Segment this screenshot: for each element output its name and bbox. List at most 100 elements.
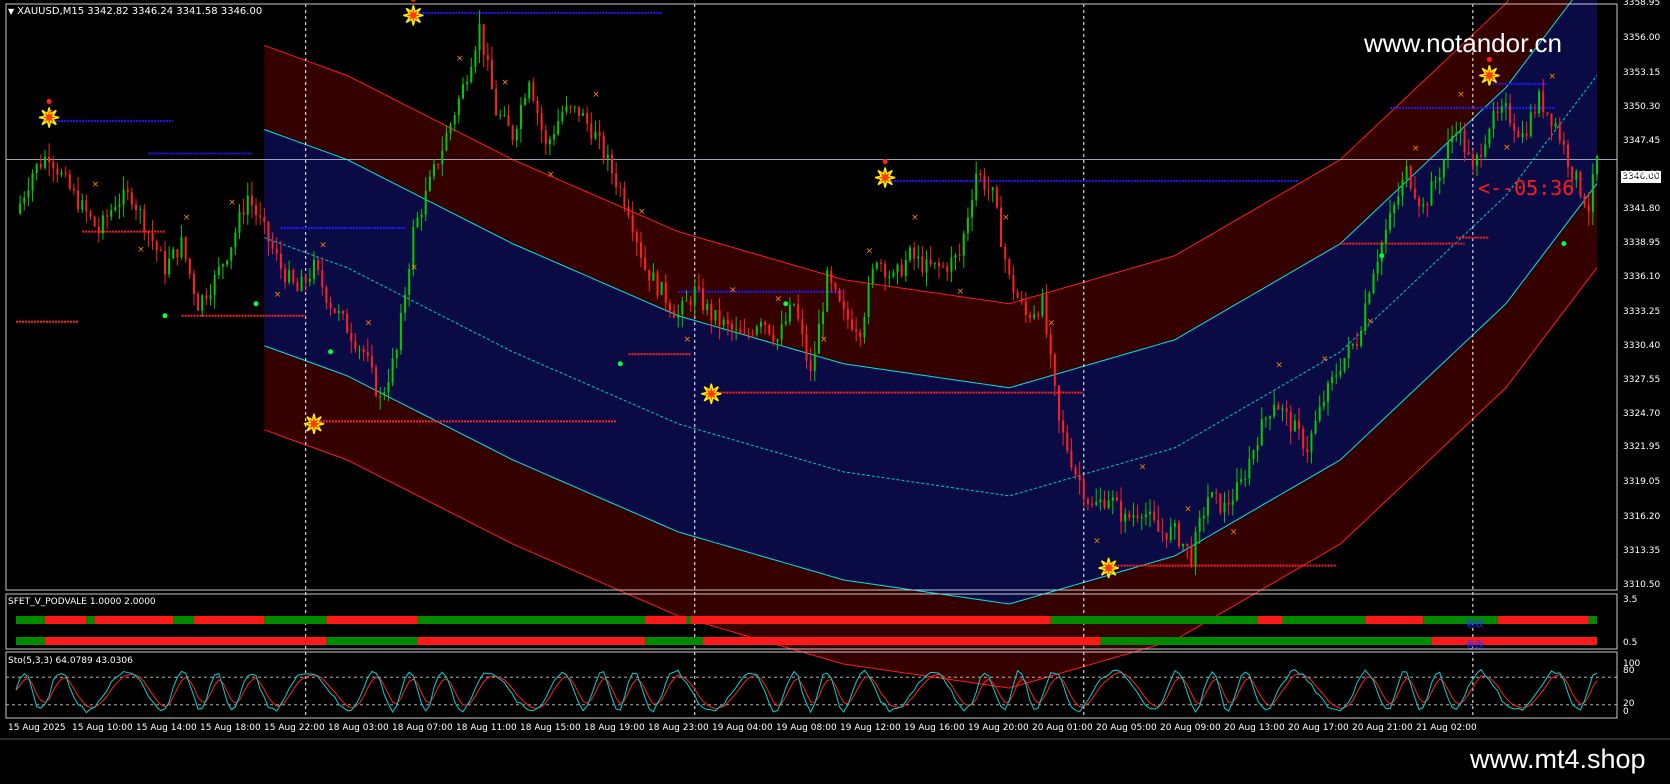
fractal-mark: × [638,207,646,217]
price-tick-label: 3353.15 [1623,67,1661,78]
candle-body [1144,514,1147,518]
candle-body [1120,500,1123,522]
candle-body [486,54,489,60]
candle-body [846,309,849,320]
candle-body [1260,419,1263,446]
time-tick-label: 21 Aug 02:00 [1416,723,1477,733]
candle-body [1562,140,1565,145]
fractal-mark: × [1412,144,1420,154]
candle-body [1256,445,1259,451]
candle-body [346,314,349,334]
candle-body [250,195,253,206]
channel-bands [264,0,1598,689]
candle-body [697,286,700,289]
candle-body [718,310,721,326]
price-tick-label: 3330.40 [1623,340,1661,351]
chart-canvas[interactable]: × × × × × × × × × × × × × × × × × × × × × × × × × × × × × × × × × × [0,0,1670,784]
time-tick-label: 19 Aug 16:00 [904,723,965,733]
candle-body [1008,259,1011,275]
candle-body [1033,314,1036,318]
candle-body [263,217,266,223]
candle-body [569,106,572,108]
candle-body [1384,229,1387,244]
candle-body [81,200,84,210]
candle-body [1053,354,1056,386]
candle-body [163,251,166,275]
candle-body [114,206,117,211]
candle-body [1430,181,1433,206]
time-tick-label: 15 Aug 14:00 [136,723,197,733]
time-tick-label: 20 Aug 01:00 [1032,723,1093,733]
candle-body [304,276,307,282]
candle-body [706,304,709,310]
candle-body [867,283,870,318]
candle-body [433,164,436,177]
candle-body [188,258,191,274]
podvale-segment-row2 [44,637,327,645]
candle-body [1591,174,1594,212]
candle-body [780,324,783,340]
fractal-mark: × [183,213,191,223]
candle-body [1157,520,1160,532]
fractal-mark: × [1184,505,1192,515]
candle-body [606,154,609,159]
podvale-segment-row1 [690,616,1051,624]
candle-body [577,106,580,116]
candle-body [101,215,104,234]
candle-body [60,172,63,175]
candle-body [482,24,485,55]
podvale-segment-row1 [1365,616,1424,624]
bottom-signal-star-2 [1098,557,1119,579]
candle-body [130,192,133,205]
fractal-mark: × [46,108,54,118]
candle-body [702,288,705,310]
candle-body [921,256,924,273]
fractal-mark: × [1321,354,1329,364]
podvale-segment-row1 [16,616,45,624]
candle-body [722,319,725,326]
candle-body [1082,480,1085,500]
bottom-signal-star-1 [701,383,722,404]
candle-body [424,190,427,215]
price-tick-label: 3319.05 [1623,477,1661,488]
candle-body [172,249,175,259]
candle-body [379,395,382,397]
price-tick-label: 3358.95 [1623,0,1661,8]
candle-body [1475,154,1478,166]
candle-body [519,104,522,130]
candle-body [461,84,464,99]
candle-body [631,215,634,233]
candle-body [1310,433,1313,453]
dropdown-icon[interactable]: ▼ [8,7,14,16]
candle-body [312,259,315,279]
candle-body [536,100,539,114]
candle-body [648,269,651,281]
time-tick-label: 15 Aug 2025 [8,723,66,733]
candle-body [151,232,154,242]
candle-body [1223,502,1226,513]
candle-body [1240,479,1243,482]
candle-body [77,190,80,210]
candle-body [1107,500,1110,508]
buy-dot [328,349,334,355]
time-tick-label: 20 Aug 17:00 [1288,723,1349,733]
candle-body [797,304,800,320]
candle-body [627,206,630,216]
candle-body [308,278,311,282]
candle-body [1521,133,1524,138]
candle-body [1161,531,1164,533]
fractal-mark: × [274,290,282,300]
candle-body [515,129,518,141]
candle-body [275,248,278,254]
candle-body [106,215,109,217]
candle-body [859,331,862,338]
candle-body [1314,420,1317,434]
fractal-mark: × [547,170,555,180]
candle-body [1269,416,1272,419]
candle-body [1434,180,1437,182]
candle-body [97,226,100,234]
candle-body [453,115,456,125]
fractal-mark: × [820,335,828,345]
stoch-level-80: 80 [1623,666,1635,676]
candle-body [1182,543,1185,547]
